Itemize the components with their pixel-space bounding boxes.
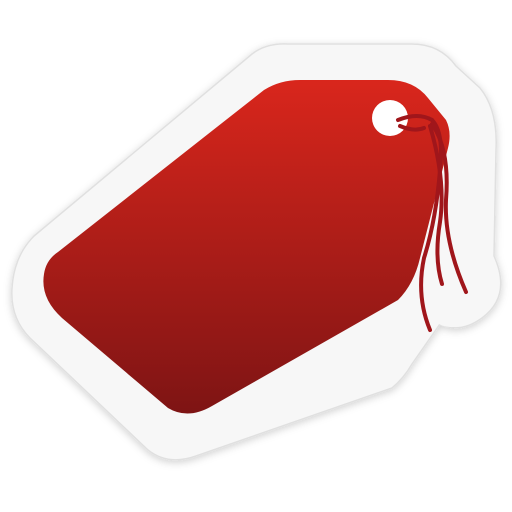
price-tag-icon (11, 43, 502, 461)
app-icon-canvas (0, 0, 512, 512)
